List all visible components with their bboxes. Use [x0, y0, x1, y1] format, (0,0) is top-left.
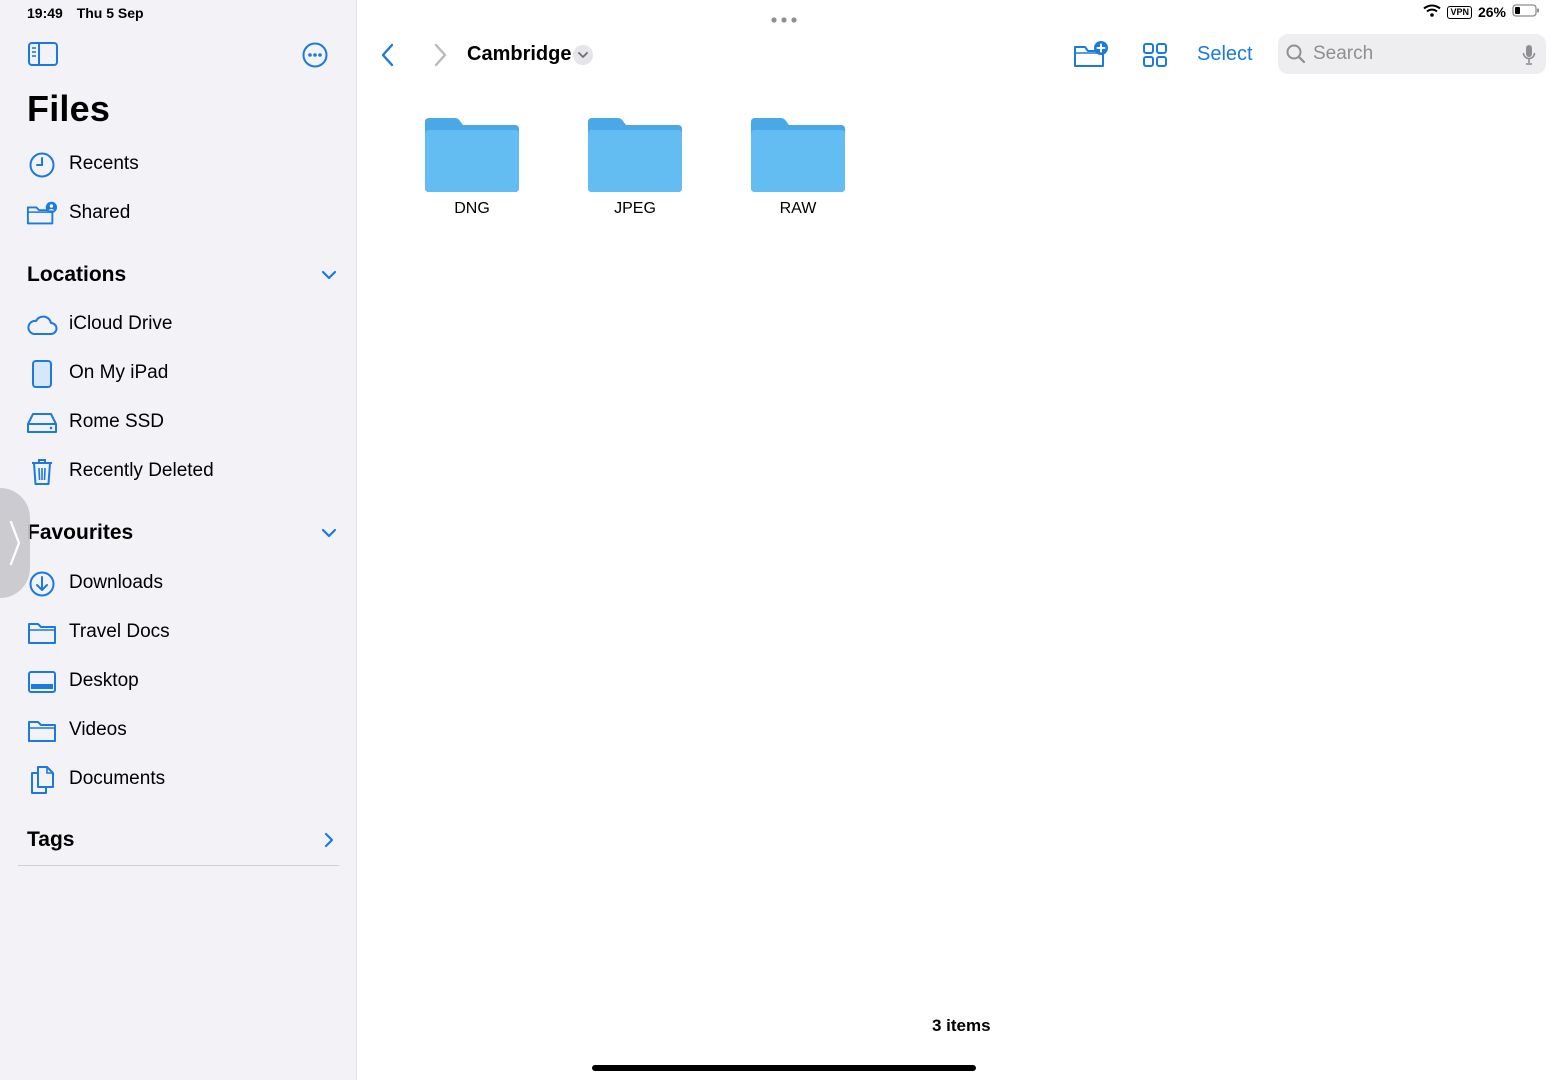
documents-icon — [26, 766, 58, 794]
sidebar-edge-handle[interactable] — [0, 488, 30, 598]
main-content: VPN 26% Cambridge Select Search DNG JPEG… — [357, 0, 1568, 1080]
chevron-down-icon[interactable] — [573, 45, 593, 65]
folder-item[interactable]: DNG — [417, 116, 527, 226]
grid-view-icon[interactable] — [1142, 42, 1168, 68]
files-app: 19:49 Thu 5 Sep Files Recents Shared Loc… — [0, 0, 1568, 1080]
folder-icon — [26, 619, 58, 647]
sidebar-item-rome-ssd[interactable]: Rome SSD — [0, 400, 357, 444]
download-icon — [26, 570, 58, 598]
folder-name: RAW — [779, 200, 817, 217]
cloud-icon — [26, 311, 58, 339]
sidebar-item-recently-deleted[interactable]: Recently Deleted — [0, 449, 357, 493]
folder-name: JPEG — [614, 200, 656, 217]
chevron-right-icon — [321, 832, 337, 848]
sidebar-item-label: iCloud Drive — [69, 313, 173, 334]
status-time: 19:49 — [27, 5, 63, 21]
section-title: Tags — [27, 828, 75, 851]
sidebar-item-label: Recents — [69, 153, 139, 174]
sidebar-item-recents[interactable]: Recents — [0, 142, 357, 186]
search-input[interactable] — [1313, 40, 1508, 68]
sidebar-item-videos[interactable]: Videos — [0, 708, 357, 752]
sidebar-toggle-icon[interactable] — [28, 42, 58, 66]
search-bar[interactable] — [1278, 34, 1546, 74]
drive-icon — [26, 409, 58, 437]
sidebar-item-label: Recently Deleted — [69, 460, 214, 481]
sidebar-item-documents[interactable]: Documents — [0, 757, 357, 801]
sidebar-item-label: Documents — [69, 768, 166, 789]
sidebar-item-on-my-ipad[interactable]: On My iPad — [0, 351, 357, 395]
new-folder-icon[interactable] — [1073, 40, 1109, 70]
clock-icon — [26, 151, 58, 179]
sidebar-item-label: Shared — [69, 202, 131, 223]
item-count: 3 items — [932, 1016, 991, 1035]
sidebar-item-shared[interactable]: Shared — [0, 191, 357, 235]
forward-chevron-icon[interactable] — [429, 42, 451, 68]
section-title: Locations — [27, 263, 127, 286]
ipad-icon — [26, 360, 58, 388]
folder-icon — [26, 717, 58, 745]
home-indicator[interactable] — [592, 1065, 976, 1071]
sidebar-item-downloads[interactable]: Downloads — [0, 561, 357, 605]
section-title: Favourites — [27, 521, 134, 544]
folder-icon — [425, 118, 519, 192]
select-button[interactable]: Select — [1197, 43, 1253, 66]
sidebar-item-label: Videos — [69, 719, 127, 740]
sidebar-item-label: Downloads — [69, 572, 163, 593]
folder-icon — [751, 118, 845, 192]
sidebar: 19:49 Thu 5 Sep Files Recents Shared Loc… — [0, 0, 357, 1080]
folder-icon — [588, 118, 682, 192]
multitasking-dots-icon[interactable] — [771, 10, 797, 23]
sidebar-item-desktop[interactable]: Desktop — [0, 659, 357, 703]
back-chevron-icon[interactable] — [377, 42, 399, 68]
folder-item[interactable]: JPEG — [580, 116, 690, 226]
sidebar-item-label: Travel Docs — [69, 621, 170, 642]
shared-folder-icon — [26, 200, 58, 228]
favourites-section-header[interactable]: Favourites — [27, 518, 337, 548]
vpn-badge: VPN — [1447, 5, 1472, 19]
status-date: Thu 5 Sep — [76, 5, 144, 21]
search-icon — [1286, 44, 1306, 64]
locations-section-header[interactable]: Locations — [27, 260, 337, 290]
sidebar-item-label: Rome SSD — [69, 411, 165, 432]
status-bar-right: VPN 26% — [1423, 4, 1540, 20]
folder-name: DNG — [454, 200, 490, 217]
microphone-icon[interactable] — [1522, 44, 1536, 66]
tags-section-header[interactable]: Tags — [27, 825, 337, 855]
battery-percent: 26% — [1477, 4, 1506, 20]
sidebar-item-label: On My iPad — [69, 362, 169, 383]
trash-icon — [26, 458, 58, 486]
sidebar-item-icloud-drive[interactable]: iCloud Drive — [0, 302, 357, 346]
sidebar-divider — [18, 865, 339, 866]
sidebar-item-label: Desktop — [69, 670, 139, 691]
wifi-icon — [1423, 4, 1442, 20]
chevron-down-icon — [321, 525, 337, 541]
desktop-icon — [26, 668, 58, 696]
folder-item[interactable]: RAW — [743, 116, 853, 226]
status-bar-left: 19:49 Thu 5 Sep — [27, 5, 154, 21]
chevron-down-icon — [321, 267, 337, 283]
breadcrumb-title[interactable]: Cambridge — [467, 43, 571, 66]
battery-icon — [1512, 4, 1540, 20]
sidebar-item-travel-docs[interactable]: Travel Docs — [0, 610, 357, 654]
more-options-icon[interactable] — [302, 42, 328, 68]
sidebar-title: Files — [27, 88, 111, 129]
